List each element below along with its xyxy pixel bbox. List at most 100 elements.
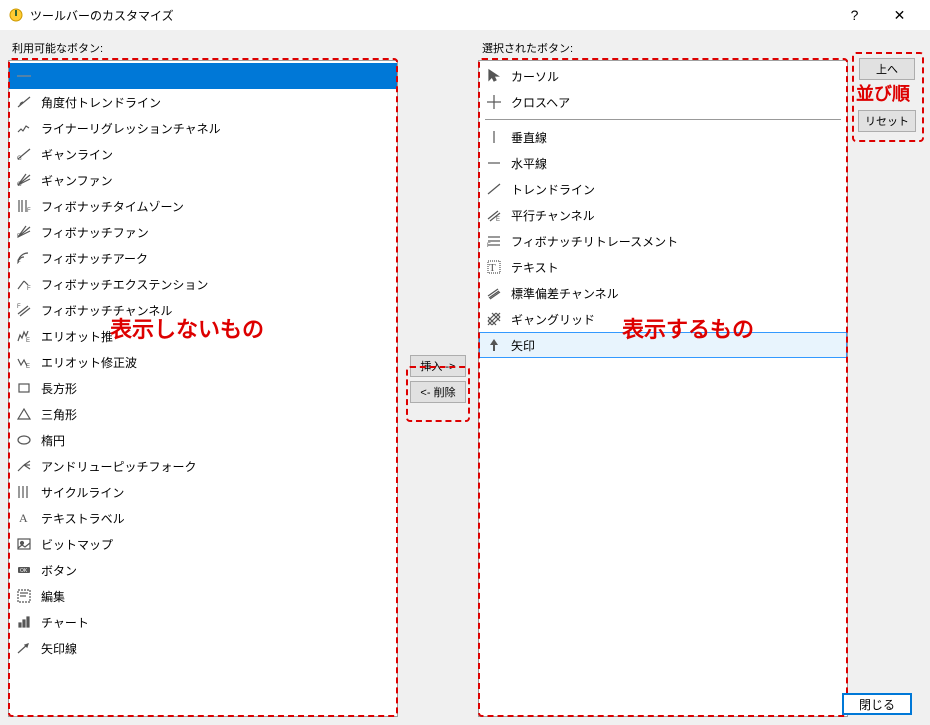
equichannel-icon: E bbox=[485, 206, 503, 224]
ganngrid-icon bbox=[485, 310, 503, 328]
list-item-label: チャート bbox=[41, 614, 89, 631]
list-item-label: 矢印線 bbox=[41, 640, 77, 657]
titlebar: ツールバーのカスタマイズ ? ✕ bbox=[0, 0, 930, 30]
fibochannel-icon: F bbox=[15, 301, 33, 319]
list-item-label: フィボナッチエクステンション bbox=[41, 276, 208, 293]
list-item[interactable]: Gギャンライン bbox=[9, 141, 397, 167]
help-button[interactable]: ? bbox=[832, 0, 877, 30]
list-item[interactable]: ギャングリッド bbox=[479, 306, 847, 332]
list-item-label: フィボナッチアーク bbox=[41, 250, 148, 267]
list-item[interactable]: E エリオット修正波 bbox=[9, 349, 397, 375]
app-icon bbox=[8, 7, 24, 23]
list-item[interactable]: 楕円 bbox=[9, 427, 397, 453]
regression-icon bbox=[15, 119, 33, 137]
list-item[interactable]: E エリオット推 bbox=[9, 323, 397, 349]
list-item-label: エリオット推 bbox=[41, 328, 113, 345]
svg-text:F: F bbox=[17, 260, 21, 266]
svg-text:F: F bbox=[27, 286, 31, 292]
list-item-label: ライナーリグレッションチャネル bbox=[41, 120, 221, 137]
trendangle-icon bbox=[15, 93, 33, 111]
stddevch-icon bbox=[485, 284, 503, 302]
list-item[interactable]: サイクルライン bbox=[9, 479, 397, 505]
list-item[interactable]: ビットマップ bbox=[9, 531, 397, 557]
list-item-label: クロスヘア bbox=[511, 94, 570, 111]
edit-icon bbox=[15, 587, 33, 605]
list-item-label: フィボナッチチャンネル bbox=[41, 302, 172, 319]
insert-button[interactable]: 挿入 -> bbox=[410, 355, 466, 377]
list-item[interactable]: 標準偏差チャンネル bbox=[479, 280, 847, 306]
svg-text:E: E bbox=[26, 338, 30, 344]
remove-button[interactable]: <- 削除 bbox=[410, 381, 466, 403]
svg-text:E: E bbox=[26, 364, 30, 370]
crosshair-icon bbox=[485, 93, 503, 111]
list-item[interactable]: 三角形 bbox=[9, 401, 397, 427]
fibofan-icon: F bbox=[15, 223, 33, 241]
cursor-icon bbox=[485, 67, 503, 85]
svg-text:T: T bbox=[489, 262, 496, 274]
list-item[interactable]: A テキストラベル bbox=[9, 505, 397, 531]
list-item[interactable]: 矢印 bbox=[479, 332, 847, 358]
list-item[interactable]: F フィボナッチリトレースメント bbox=[479, 228, 847, 254]
list-separator bbox=[485, 119, 841, 120]
fiboext-icon: F bbox=[15, 275, 33, 293]
list-item[interactable]: ライナーリグレッションチャネル bbox=[9, 115, 397, 141]
svg-text:A: A bbox=[19, 511, 28, 525]
list-item[interactable]: 編集 bbox=[9, 583, 397, 609]
list-item-label: 角度付トレンドライン bbox=[41, 94, 161, 111]
selected-listbox[interactable]: カーソルクロスヘア垂直線水平線トレンドラインE平行チャンネル F フィボナッチリトレ… bbox=[478, 60, 848, 717]
list-item[interactable]: F フィボナッチアーク bbox=[9, 245, 397, 271]
available-listbox[interactable]: 角度付トレンドラインライナーリグレッションチャネル Gギャンライン G ギャンファン F… bbox=[8, 60, 398, 717]
svg-text:F: F bbox=[487, 243, 491, 249]
list-item[interactable]: G ギャンファン bbox=[9, 167, 397, 193]
list-item[interactable]: OKボタン bbox=[9, 557, 397, 583]
close-window-button[interactable]: ✕ bbox=[877, 0, 922, 30]
list-item-label: ギャングリッド bbox=[511, 311, 595, 328]
hline-icon bbox=[485, 154, 503, 172]
list-item[interactable]: F フィボナッチエクステンション bbox=[9, 271, 397, 297]
list-item[interactable]: カーソル bbox=[479, 63, 847, 89]
chart-icon bbox=[15, 613, 33, 631]
list-item[interactable]: T テキスト bbox=[479, 254, 847, 280]
window-title: ツールバーのカスタマイズ bbox=[30, 7, 832, 24]
list-item[interactable]: 水平線 bbox=[479, 150, 847, 176]
text-icon: T bbox=[485, 258, 503, 276]
rectangle-icon bbox=[15, 379, 33, 397]
list-item-label: フィボナッチファン bbox=[41, 224, 149, 241]
close-button[interactable]: 閉じる bbox=[842, 693, 912, 715]
dialog-window: ツールバーのカスタマイズ ? ✕ 利用可能なボタン: 角度付トレンドラインライナ… bbox=[0, 0, 930, 725]
list-item[interactable]: F フィボナッチチャンネル bbox=[9, 297, 397, 323]
list-item[interactable]: 矢印線 bbox=[9, 635, 397, 661]
svg-text:F: F bbox=[27, 208, 31, 214]
list-item[interactable]: Fフィボナッチタイムゾーン bbox=[9, 193, 397, 219]
elliottcor-icon: E bbox=[15, 353, 33, 371]
list-item-label: 垂直線 bbox=[511, 129, 547, 146]
svg-text:F: F bbox=[17, 304, 21, 310]
list-item[interactable]: E平行チャンネル bbox=[479, 202, 847, 228]
gannfan-icon: G bbox=[15, 171, 33, 189]
list-item-label: テキスト bbox=[511, 259, 559, 276]
list-item-label: カーソル bbox=[511, 68, 559, 85]
list-item-label: 三角形 bbox=[41, 406, 77, 423]
elliottimp-icon: E bbox=[15, 327, 33, 345]
list-item[interactable]: チャート bbox=[9, 609, 397, 635]
svg-text:F: F bbox=[17, 234, 21, 240]
triangle-icon bbox=[15, 405, 33, 423]
fiboretrace-icon: F bbox=[485, 232, 503, 250]
list-item[interactable] bbox=[9, 63, 397, 89]
bitmap-icon bbox=[15, 535, 33, 553]
list-item[interactable]: F フィボナッチファン bbox=[9, 219, 397, 245]
list-item[interactable]: 垂直線 bbox=[479, 124, 847, 150]
list-item[interactable]: 長方形 bbox=[9, 375, 397, 401]
list-item-label: ギャンファン bbox=[41, 172, 113, 189]
list-item[interactable]: クロスヘア bbox=[479, 89, 847, 115]
list-item-label: エリオット修正波 bbox=[41, 354, 137, 371]
textlabel-icon: A bbox=[15, 509, 33, 527]
list-item-label: テキストラベル bbox=[41, 510, 125, 527]
list-item[interactable]: トレンドライン bbox=[479, 176, 847, 202]
list-item[interactable]: アンドリューピッチフォーク bbox=[9, 453, 397, 479]
list-item-label: フィボナッチリトレースメント bbox=[511, 233, 678, 250]
list-item[interactable]: 角度付トレンドライン bbox=[9, 89, 397, 115]
list-item-label: ボタン bbox=[41, 562, 77, 579]
up-button[interactable]: 上へ bbox=[859, 58, 915, 80]
reset-button[interactable]: リセット bbox=[858, 110, 916, 132]
